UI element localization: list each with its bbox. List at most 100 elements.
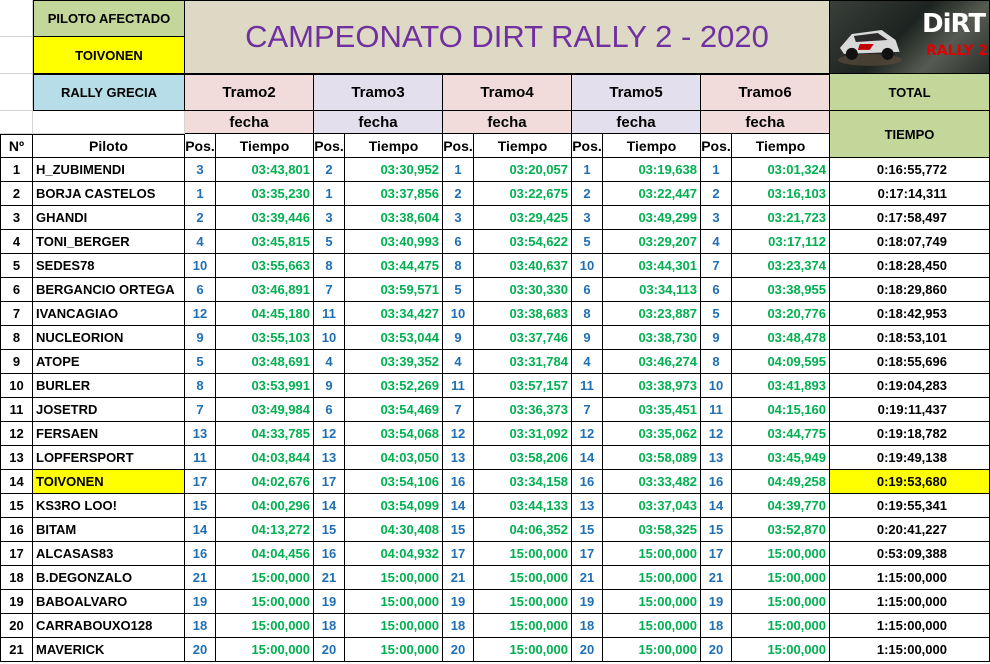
stage-position[interactable]: 16: [572, 470, 603, 494]
stage-time[interactable]: 04:13,272: [216, 518, 314, 542]
stage-position[interactable]: 8: [314, 254, 345, 278]
stage-position[interactable]: 12: [572, 422, 603, 446]
stage-position[interactable]: 3: [443, 206, 474, 230]
stage-time[interactable]: 03:38,730: [603, 326, 701, 350]
stage-position[interactable]: 3: [185, 158, 216, 182]
stage-position[interactable]: 15: [443, 518, 474, 542]
stage-position[interactable]: 17: [185, 470, 216, 494]
total-time[interactable]: 0:17:14,311: [830, 182, 990, 206]
stage-position[interactable]: 11: [443, 374, 474, 398]
stage-position[interactable]: 13: [443, 446, 474, 470]
stage-position[interactable]: 19: [314, 590, 345, 614]
stage-position[interactable]: 15: [572, 518, 603, 542]
empty-cell[interactable]: [33, 111, 185, 134]
col-number-header[interactable]: Nº: [0, 134, 33, 158]
total-time[interactable]: 0:18:28,450: [830, 254, 990, 278]
stage-time[interactable]: 03:01,324: [732, 158, 830, 182]
stage-position[interactable]: 7: [314, 278, 345, 302]
stage-time[interactable]: 03:52,269: [345, 374, 443, 398]
stage-position[interactable]: 12: [185, 302, 216, 326]
stage-time[interactable]: 03:31,784: [474, 350, 572, 374]
stage-time[interactable]: 03:20,057: [474, 158, 572, 182]
total-time[interactable]: 1:15:00,000: [830, 638, 990, 662]
row-number[interactable]: 14: [0, 470, 33, 494]
stage-position[interactable]: 3: [572, 206, 603, 230]
stage-position[interactable]: 18: [572, 614, 603, 638]
driver-name[interactable]: LOPFERSPORT: [33, 446, 185, 470]
stage-time[interactable]: 03:44,301: [603, 254, 701, 278]
stage-position[interactable]: 10: [443, 302, 474, 326]
stage-position[interactable]: 4: [314, 350, 345, 374]
total-time[interactable]: 0:19:55,341: [830, 494, 990, 518]
total-time[interactable]: 0:19:04,283: [830, 374, 990, 398]
stage-time[interactable]: 15:00,000: [474, 566, 572, 590]
stage-time[interactable]: 03:54,622: [474, 230, 572, 254]
row-number[interactable]: 16: [0, 518, 33, 542]
stage-time[interactable]: 03:22,447: [603, 182, 701, 206]
stage-position[interactable]: 4: [701, 230, 732, 254]
stage-position[interactable]: 17: [443, 542, 474, 566]
stage-header-6[interactable]: Tramo6: [701, 74, 830, 111]
row-number[interactable]: 4: [0, 230, 33, 254]
stage-time[interactable]: 04:09,595: [732, 350, 830, 374]
driver-name[interactable]: CARRABOUXO128: [33, 614, 185, 638]
stage-time[interactable]: 03:38,955: [732, 278, 830, 302]
stage-time[interactable]: 03:55,663: [216, 254, 314, 278]
stage-position[interactable]: 10: [572, 254, 603, 278]
stage-time[interactable]: 15:00,000: [603, 614, 701, 638]
stage-position[interactable]: 11: [314, 302, 345, 326]
stage-time[interactable]: 03:30,952: [345, 158, 443, 182]
stage-time[interactable]: 03:49,984: [216, 398, 314, 422]
total-time[interactable]: 0:19:11,437: [830, 398, 990, 422]
row-number[interactable]: 13: [0, 446, 33, 470]
stage-position[interactable]: 4: [185, 230, 216, 254]
stage-position[interactable]: 5: [701, 302, 732, 326]
row-number[interactable]: 11: [0, 398, 33, 422]
stage-time[interactable]: 15:00,000: [345, 590, 443, 614]
stage-time[interactable]: 03:17,112: [732, 230, 830, 254]
stage-position[interactable]: 8: [701, 350, 732, 374]
stage-time[interactable]: 15:00,000: [732, 566, 830, 590]
stage-position[interactable]: 21: [314, 566, 345, 590]
stage-time[interactable]: 03:39,352: [345, 350, 443, 374]
stage-time[interactable]: 15:00,000: [345, 566, 443, 590]
stage-time[interactable]: 04:04,456: [216, 542, 314, 566]
stage-time[interactable]: 04:39,770: [732, 494, 830, 518]
stage-time[interactable]: 03:16,103: [732, 182, 830, 206]
stage-position[interactable]: 14: [443, 494, 474, 518]
affected-driver-label[interactable]: PILOTO AFECTADO: [33, 0, 185, 37]
row-number[interactable]: 12: [0, 422, 33, 446]
stage-time[interactable]: 03:41,893: [732, 374, 830, 398]
stage-date-5[interactable]: fecha: [572, 111, 701, 134]
stage-position[interactable]: 7: [701, 254, 732, 278]
stage-time[interactable]: 04:49,258: [732, 470, 830, 494]
stage-position[interactable]: 15: [701, 518, 732, 542]
stage-position[interactable]: 14: [314, 494, 345, 518]
stage-position[interactable]: 1: [443, 158, 474, 182]
stage-position[interactable]: 15: [185, 494, 216, 518]
stage-position[interactable]: 6: [701, 278, 732, 302]
row-number[interactable]: 3: [0, 206, 33, 230]
stage-time[interactable]: 03:54,469: [345, 398, 443, 422]
stage-time[interactable]: 03:38,604: [345, 206, 443, 230]
stage-time[interactable]: 04:06,352: [474, 518, 572, 542]
driver-name[interactable]: MAVERICK: [33, 638, 185, 662]
page-title[interactable]: CAMPEONATO DIRT RALLY 2 - 2020: [185, 0, 830, 74]
stage-position[interactable]: 5: [185, 350, 216, 374]
stage-time[interactable]: 03:21,723: [732, 206, 830, 230]
stage-position[interactable]: 20: [314, 638, 345, 662]
stage-time[interactable]: 03:31,092: [474, 422, 572, 446]
stage-time[interactable]: 03:48,478: [732, 326, 830, 350]
row-number[interactable]: 5: [0, 254, 33, 278]
stage-time[interactable]: 15:00,000: [216, 590, 314, 614]
stage-position[interactable]: 20: [443, 638, 474, 662]
stage-time[interactable]: 03:29,207: [603, 230, 701, 254]
stage-time[interactable]: 03:34,158: [474, 470, 572, 494]
stage-time[interactable]: 15:00,000: [732, 590, 830, 614]
col-pos-header[interactable]: Pos.: [701, 134, 732, 158]
driver-name[interactable]: NUCLEORION: [33, 326, 185, 350]
stage-position[interactable]: 17: [572, 542, 603, 566]
stage-time[interactable]: 15:00,000: [603, 638, 701, 662]
stage-time[interactable]: 04:15,160: [732, 398, 830, 422]
stage-header-4[interactable]: Tramo4: [443, 74, 572, 111]
